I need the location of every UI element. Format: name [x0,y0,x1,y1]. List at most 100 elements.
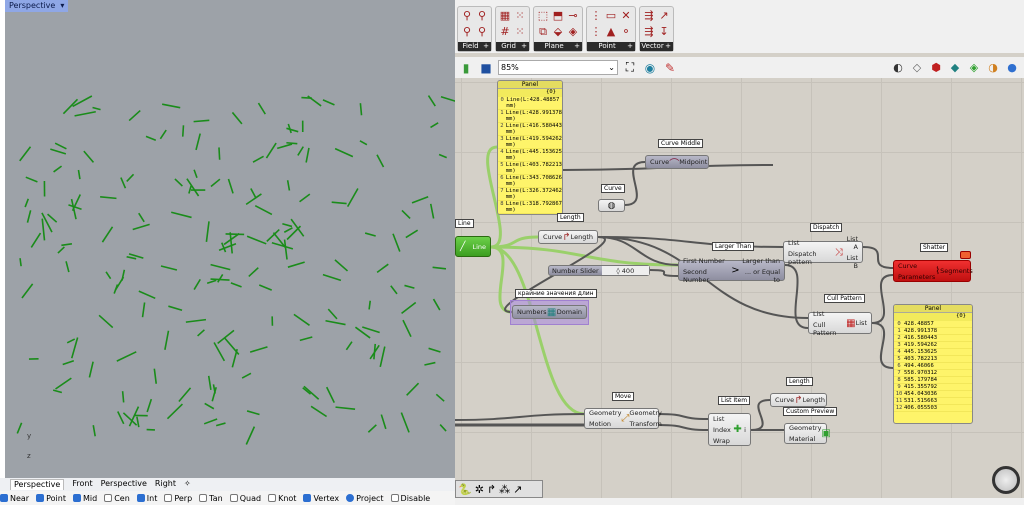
expand-icon[interactable]: + [574,42,582,51]
input-param[interactable]: Geometry [589,409,621,417]
line-segment[interactable] [145,135,157,141]
line-segment[interactable] [223,337,240,355]
display-mode-icon[interactable]: ⬢ [928,61,944,74]
line-segment[interactable] [297,146,304,156]
component-icon[interactable]: ⚲ [460,9,474,23]
output-param[interactable]: ... or Equal to [740,268,780,284]
line-segment[interactable] [427,95,436,107]
input-param[interactable]: List [788,239,835,247]
checkbox[interactable] [72,494,81,502]
checkbox[interactable] [346,494,355,502]
output-param[interactable]: Larger than [740,257,780,265]
input-param[interactable]: Curve [650,158,669,166]
input-param[interactable]: Motion [589,420,621,428]
line-segment[interactable] [307,95,322,107]
display-mode-icon[interactable]: ● [1004,61,1020,74]
preview-component[interactable]: Geometry Material ▣ [784,423,831,444]
line-segment[interactable] [101,226,114,243]
line-segment[interactable] [286,180,291,191]
line-segment[interactable] [248,267,259,278]
line-segment[interactable] [83,150,95,163]
input-param[interactable]: Curve [775,396,794,404]
line-segment[interactable] [217,273,224,283]
line-segment[interactable] [212,384,216,394]
tool-icon[interactable]: ✲ [475,483,484,496]
line-segment[interactable] [252,155,264,163]
viewport-tab[interactable]: Front [72,479,92,490]
line-segment[interactable] [293,313,310,326]
input-param[interactable]: Index [713,426,731,434]
line-segment[interactable] [283,239,288,260]
line-segment[interactable] [207,375,212,390]
line-segment[interactable] [105,271,112,280]
line-segment[interactable] [57,246,65,254]
line-segment[interactable] [116,351,137,362]
line-segment[interactable] [286,127,299,133]
line-segment[interactable] [258,284,273,291]
osnap-point[interactable]: Point [36,494,66,503]
line-segment[interactable] [390,285,398,295]
line-segment[interactable] [401,301,417,315]
line-segment[interactable] [168,305,183,312]
line-segment[interactable] [138,290,156,300]
expand-icon[interactable]: + [665,42,673,51]
line-segment[interactable] [401,209,411,219]
line-segment[interactable] [193,278,201,291]
tool-icon[interactable]: ↗ [513,483,522,496]
input-param[interactable]: List [813,310,846,318]
input-param[interactable]: Second Number [683,268,731,284]
osnap-int[interactable]: Int [136,494,157,503]
line-segment[interactable] [117,411,125,425]
input-param[interactable]: List [713,415,731,423]
zoom-dropdown-icon[interactable]: ⌄ [608,63,615,72]
checkbox[interactable] [0,494,8,502]
input-param[interactable]: Dispatch pattern [788,250,835,266]
line-segment[interactable] [376,263,389,274]
osnap-quad[interactable]: Quad [229,494,261,503]
shatter-component[interactable]: Curve Parameters ⌇ Segments [893,260,973,282]
line-segment[interactable] [432,298,441,311]
component-icon[interactable]: ▭ [604,9,618,23]
line-segment[interactable] [61,243,73,247]
zoom-extents-icon[interactable]: ⛶ [622,60,638,75]
osnap-cen[interactable]: Cen [104,494,130,503]
expand-icon[interactable]: + [521,42,529,51]
display-mode-icon[interactable]: ◑ [985,61,1001,74]
panel1[interactable]: Panel {0} 0 Line(L:428.48857 mm) 1 Line(L:428… [497,80,563,215]
line-segment[interactable] [322,273,342,282]
checkbox[interactable] [229,494,238,502]
line-segment[interactable] [203,418,218,425]
line-segment[interactable] [428,347,441,353]
line-segment[interactable] [325,386,335,403]
line-segment[interactable] [327,308,338,320]
line-segment[interactable] [439,423,447,432]
line-segment[interactable] [88,361,94,378]
component-icon[interactable]: ⁙ [513,25,527,39]
tool-icon[interactable]: ↱ [487,483,496,496]
expand-icon[interactable]: + [627,42,635,51]
component-icon[interactable]: ◈ [566,25,580,39]
osnap-vertex[interactable]: Vertex [303,494,339,503]
line-segment[interactable] [62,98,79,115]
display-mode-icon[interactable]: ◐ [890,61,906,74]
line-segment[interactable] [362,326,380,334]
line-segment[interactable] [166,403,184,420]
line-segment[interactable] [171,211,192,219]
component-icon[interactable]: ⚲ [460,25,474,39]
checkbox[interactable] [199,494,208,502]
line-segment[interactable] [286,141,298,145]
output-param[interactable]: Geometry [629,409,661,417]
tool-icon[interactable]: ⁂ [499,483,510,496]
line-segment[interactable] [24,198,30,208]
line-segment[interactable] [136,416,140,428]
line-segment[interactable] [30,232,42,248]
line-segment[interactable] [229,232,233,254]
output-param[interactable]: Domain [557,308,582,316]
display-mode-icon[interactable]: ◇ [909,61,925,74]
line-segment[interactable] [205,221,210,242]
line-segment[interactable] [128,109,141,122]
line-segment[interactable] [231,111,243,125]
component-icon[interactable]: ⚬ [619,25,633,39]
line-segment[interactable] [299,193,311,203]
component-icon[interactable]: ⁙ [513,9,527,23]
